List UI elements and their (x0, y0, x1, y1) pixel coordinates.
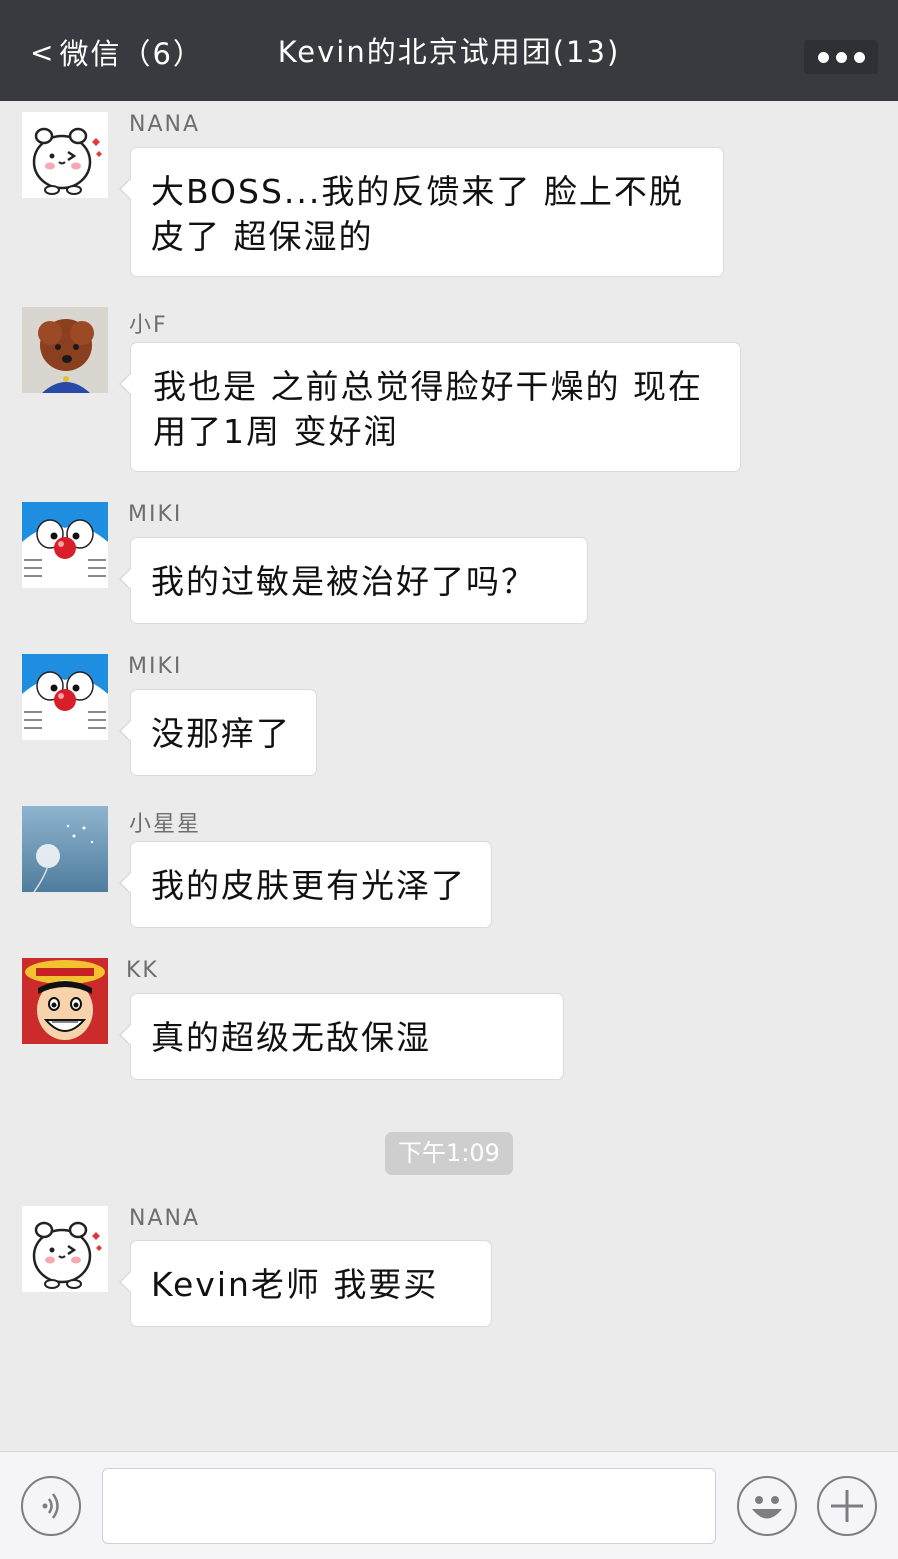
sender-name: 小星星 (129, 812, 202, 837)
message-bubble[interactable]: 我也是 之前总觉得脸好干燥的 现在用了1周 变好润 (119, 342, 741, 472)
bear-avatar[interactable] (22, 1206, 108, 1292)
sender-name: NANA (129, 1206, 201, 1231)
input-bar (0, 1451, 898, 1559)
message-bubble[interactable]: 没那痒了 (119, 689, 317, 776)
doraemon-avatar[interactable] (22, 654, 108, 740)
sender-name: 小F (129, 313, 168, 338)
luffy-avatar[interactable] (22, 958, 108, 1044)
sender-name: MIKI (128, 654, 183, 679)
doraemon-avatar[interactable] (22, 502, 108, 588)
message-bubble[interactable]: 我的过敏是被治好了吗？ (119, 537, 588, 624)
sender-name: KK (126, 958, 159, 983)
chat-header: < 微信（6） Kevin的北京试用团(13) (0, 0, 898, 101)
message-input[interactable] (102, 1468, 716, 1544)
voice-icon[interactable] (21, 1476, 81, 1536)
emoji-icon[interactable] (737, 1476, 797, 1536)
sender-name: MIKI (128, 502, 183, 527)
message-bubble[interactable]: 真的超级无敌保湿 (119, 993, 564, 1080)
poodle-avatar[interactable] (22, 307, 108, 393)
message-bubble[interactable]: 大BOSS...我的反馈来了 脸上不脱皮了 超保湿的 (119, 147, 724, 277)
time-divider: 下午1:09 (385, 1132, 513, 1175)
more-dots-icon[interactable] (804, 40, 878, 74)
dandelion-avatar[interactable] (22, 806, 108, 892)
message-bubble[interactable]: Kevin老师 我要买 (119, 1240, 492, 1327)
sender-name: NANA (129, 112, 201, 137)
plus-icon[interactable] (817, 1476, 877, 1536)
message-bubble[interactable]: 我的皮肤更有光泽了 (119, 841, 492, 928)
bear-avatar[interactable] (22, 112, 108, 198)
chat-title: Kevin的北京试用团(13) (277, 35, 621, 69)
